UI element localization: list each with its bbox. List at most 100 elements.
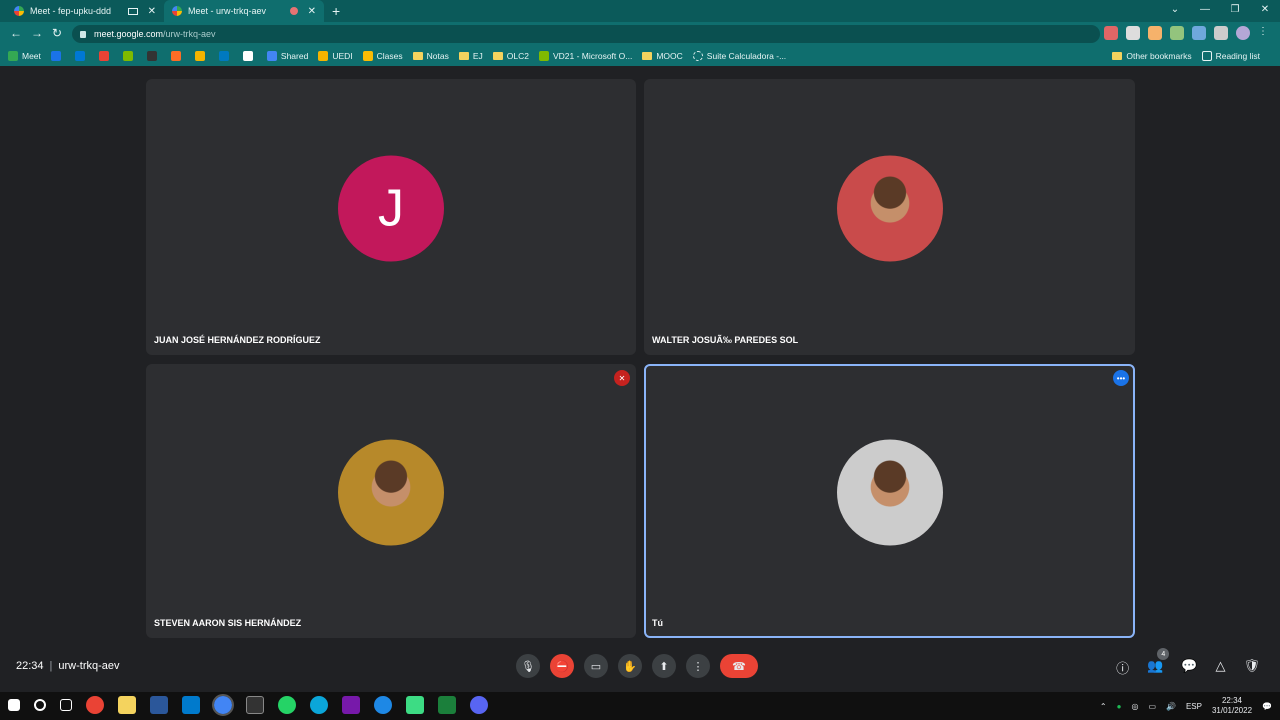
participant-name: STEVEN AARON SIS HERNÁNDEZ (154, 618, 302, 628)
more-options-icon[interactable]: ••• (1113, 370, 1129, 386)
network-icon[interactable]: ▭ (1148, 702, 1156, 711)
language-indicator[interactable]: ESP (1186, 702, 1202, 711)
participant-tile[interactable]: WALTER JOSUÃ‰ PAREDES SOL (644, 79, 1135, 355)
clock-time: 22:34 (1221, 696, 1243, 705)
participant-tile[interactable]: ✕ STEVEN AARON SIS HERNÁNDEZ (146, 364, 636, 638)
android-studio-icon[interactable] (406, 696, 424, 714)
bookmark-icon-only[interactable] (50, 51, 65, 61)
extension-icon[interactable] (1126, 26, 1140, 40)
info-icon[interactable]: ⓘ (1116, 658, 1129, 677)
extension-icon[interactable] (1104, 26, 1118, 40)
more-options-button[interactable]: ⋮ (686, 654, 710, 678)
bookmark-notas[interactable]: Notas (412, 51, 449, 61)
profile-avatar[interactable] (1236, 26, 1250, 40)
more-vert-icon: ⋮ (692, 660, 704, 673)
activities-icon[interactable]: △ (1215, 658, 1225, 677)
participant-tile-self[interactable]: ••• Tú (644, 364, 1135, 638)
avatar: J (338, 155, 444, 262)
bookmark-icon-only[interactable] (242, 51, 257, 61)
browser-toolbar: ← → ↻ meet.google.com /urw-trkq-aev ⋮ (0, 22, 1280, 46)
puzzle-icon[interactable] (1214, 26, 1228, 40)
chat-icon[interactable]: 💬 (1181, 658, 1197, 677)
task-view-icon[interactable] (60, 699, 72, 711)
chevron-up-icon[interactable]: ⌃ (1100, 702, 1107, 711)
loading-icon (692, 51, 703, 61)
bookmark-shared[interactable]: Shared (266, 51, 308, 61)
bookmark-icon-only[interactable] (170, 51, 185, 61)
camera-off-button[interactable]: ⛔ (550, 654, 574, 678)
trello-icon (218, 51, 229, 61)
onenote-icon[interactable] (342, 696, 360, 714)
close-tab-icon[interactable]: ✕ (148, 6, 156, 17)
participant-tile[interactable]: J JUAN JOSÉ HERNÁNDEZ RODRÍGUEZ (146, 79, 636, 355)
new-tab-button[interactable]: + (332, 3, 340, 19)
bookmark-meet[interactable]: Meet (8, 51, 41, 61)
tab-search-icon[interactable]: ⌄ (1160, 0, 1190, 22)
restore-button[interactable]: ❐ (1220, 0, 1250, 22)
chrome-icon[interactable] (86, 696, 104, 714)
word-icon[interactable] (150, 696, 168, 714)
file-explorer-icon[interactable] (118, 696, 136, 714)
clock[interactable]: 22:34 31/01/2022 (1212, 696, 1252, 716)
other-bookmarks[interactable]: Other bookmarks (1112, 51, 1192, 61)
microphone-icon: 🎙 (521, 660, 535, 673)
bookmark-uedi[interactable]: UEDI (318, 51, 353, 61)
reading-list[interactable]: Reading list (1201, 51, 1260, 61)
edge-icon[interactable] (310, 696, 328, 714)
bookmark-icon-only[interactable] (218, 51, 233, 61)
spotify-icon[interactable]: ● (1117, 702, 1122, 711)
terminal-icon[interactable] (246, 696, 264, 714)
bookmark-icon-only[interactable] (122, 51, 137, 61)
people-icon: 👥 (1147, 658, 1164, 673)
reading-list-icon (1201, 51, 1212, 61)
bookmark-icon-only[interactable] (146, 51, 161, 61)
recording-icon (289, 7, 298, 15)
people-button[interactable]: 👥 4 (1147, 648, 1170, 677)
raise-hand-button[interactable]: ✋ (618, 654, 642, 678)
headphones-icon[interactable]: ◎ (1131, 702, 1138, 711)
host-controls-icon[interactable]: 🛡 (1243, 658, 1260, 677)
forward-button[interactable]: → (31, 26, 43, 40)
reload-button[interactable]: ↻ (52, 26, 62, 40)
present-button[interactable]: ⬆ (652, 654, 676, 678)
whatsapp-icon[interactable] (278, 696, 296, 714)
vscode-icon[interactable] (182, 696, 200, 714)
chrome-active-icon[interactable] (212, 694, 234, 716)
back-button[interactable]: ← (10, 26, 22, 40)
menu-icon[interactable]: ⋮ (1258, 26, 1272, 40)
close-tab-icon[interactable]: ✕ (308, 6, 316, 17)
captions-icon: ▭ (590, 660, 602, 673)
participant-name: JUAN JOSÉ HERNÁNDEZ RODRÍGUEZ (154, 335, 321, 345)
bookmark-mooc[interactable]: MOOC (642, 51, 683, 61)
bookmark-clases[interactable]: Clases (362, 51, 403, 61)
bookmark-icon-only[interactable] (98, 51, 113, 61)
chrome-profile-icon[interactable] (374, 696, 392, 714)
volume-icon[interactable]: 🔊 (1166, 702, 1176, 711)
minimize-button[interactable]: — (1190, 0, 1220, 22)
address-bar[interactable]: meet.google.com /urw-trkq-aev (72, 25, 1100, 43)
extension-icon[interactable] (1170, 26, 1184, 40)
tab-meet-urw[interactable]: Meet - urw-trkq-aev ✕ (164, 0, 324, 22)
app-icon[interactable] (438, 696, 456, 714)
captions-button[interactable]: ▭ (584, 654, 608, 678)
extension-icon[interactable] (1192, 26, 1206, 40)
tab-meet-fep[interactable]: Meet - fep-upku-ddd ✕ (6, 0, 164, 22)
url-path: /urw-trkq-aev (163, 29, 216, 39)
bookmark-vd21[interactable]: VD21 - Microsoft O... (538, 51, 632, 61)
bookmark-suite[interactable]: Suite Calculadora -... (692, 51, 786, 61)
extension-icon[interactable] (1148, 26, 1162, 40)
microphone-button[interactable]: 🎙 (516, 654, 540, 678)
participant-name: WALTER JOSUÃ‰ PAREDES SOL (652, 335, 799, 345)
bookmark-icon-only[interactable] (194, 51, 209, 61)
discord-icon[interactable] (470, 696, 488, 714)
end-call-button[interactable]: ☎ (720, 654, 758, 678)
windows-start-icon[interactable] (8, 699, 20, 711)
center-controls: 🎙 ⛔ ▭ ✋ ⬆ ⋮ ☎ (516, 654, 758, 678)
bookmark-olc2[interactable]: OLC2 (492, 51, 529, 61)
end-call-icon: ☎ (732, 660, 746, 673)
search-icon[interactable] (34, 699, 46, 711)
notifications-icon[interactable]: 💬 (1262, 702, 1272, 711)
bookmark-ej[interactable]: EJ (458, 51, 483, 61)
close-window-button[interactable]: ✕ (1250, 0, 1280, 22)
bookmark-icon-only[interactable] (74, 51, 89, 61)
